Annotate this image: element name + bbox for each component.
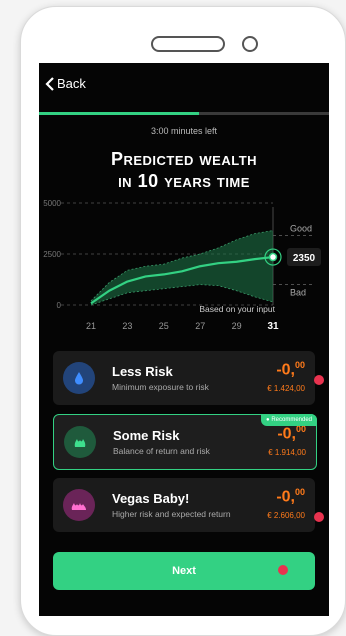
app-screen: Back 3:00 minutes left Predicted wealth … — [39, 63, 329, 616]
option-value-cents: 00 — [294, 360, 305, 370]
option-value-cents: 00 — [294, 487, 305, 497]
time-left: 3:00 minutes left — [150, 126, 218, 136]
front-camera — [242, 36, 258, 52]
chart-annotation: Based on your input — [199, 304, 275, 314]
progress-fill — [39, 112, 199, 115]
end-marker — [268, 252, 278, 262]
x-tick-label: 21 — [86, 321, 96, 331]
chevron-left-icon — [45, 76, 54, 91]
option-title: Less Risk — [112, 364, 173, 379]
end-value-label: 2350 — [293, 253, 316, 264]
page-title: Predicted wealth in 10 years time — [39, 148, 329, 192]
option-amount: € 1.914,00 — [268, 448, 306, 457]
x-tick-label: 27 — [195, 321, 205, 331]
y-tick-label: 5000 — [43, 199, 61, 208]
back-label: Back — [57, 76, 86, 91]
option-amount: € 2.606,00 — [267, 511, 305, 520]
risk-icon-badge — [63, 489, 95, 521]
title-line-2: in 10 years time — [118, 171, 250, 191]
option-value: -0,00 — [276, 487, 305, 506]
option-card[interactable]: Less Risk Minimum exposure to risk -0,00 € … — [53, 351, 315, 405]
progress-bar — [39, 112, 329, 115]
y-tick-label: 0 — [57, 301, 62, 310]
confidence-band — [91, 230, 273, 305]
option-value: -0,00 — [277, 424, 306, 443]
option-title: Some Risk — [113, 428, 180, 443]
option-title: Vegas Baby! — [112, 491, 190, 506]
x-tick-label: 29 — [232, 321, 242, 331]
title-line-1: Predicted wealth — [110, 149, 258, 169]
next-label: Next — [172, 565, 196, 577]
flame-icon — [74, 439, 86, 447]
option-subtitle: Balance of return and risk — [113, 446, 210, 456]
indicator-dot — [314, 375, 324, 385]
x-tick-label: 25 — [159, 321, 169, 331]
next-button[interactable]: Next — [53, 552, 315, 590]
y-tick-label: 2500 — [43, 250, 61, 259]
good-label: Good — [290, 224, 312, 234]
speaker-grille — [151, 36, 225, 52]
option-card[interactable]: Some Risk Balance of return and risk -0,00… — [53, 414, 317, 470]
option-value: -0,00 — [276, 360, 305, 379]
option-value-main: -0, — [277, 425, 296, 443]
badge-label: Recommended — [271, 417, 312, 423]
option-value-main: -0, — [276, 361, 295, 379]
option-card[interactable]: Vegas Baby! Higher risk and expected retu… — [53, 478, 315, 532]
option-value-main: -0, — [276, 488, 295, 506]
back-button[interactable]: Back — [45, 76, 86, 91]
fire-icon — [71, 503, 86, 510]
drop-icon — [75, 372, 83, 385]
option-subtitle: Higher risk and expected return — [112, 509, 231, 519]
option-amount: € 1.424,00 — [267, 384, 305, 393]
recommended-badge: ● Recommended — [261, 414, 317, 426]
wealth-chart: 0 2500 5000 2350 Good Bad Based on your input 2… — [43, 199, 321, 332]
x-tick-label: 31 — [267, 321, 279, 332]
option-subtitle: Minimum exposure to risk — [112, 382, 209, 392]
indicator-dot — [314, 512, 324, 522]
bad-label: Bad — [290, 288, 306, 298]
risk-icon-badge — [63, 362, 95, 394]
risk-icon-badge — [64, 426, 96, 458]
x-tick-label: 23 — [122, 321, 132, 331]
indicator-dot — [278, 565, 288, 575]
